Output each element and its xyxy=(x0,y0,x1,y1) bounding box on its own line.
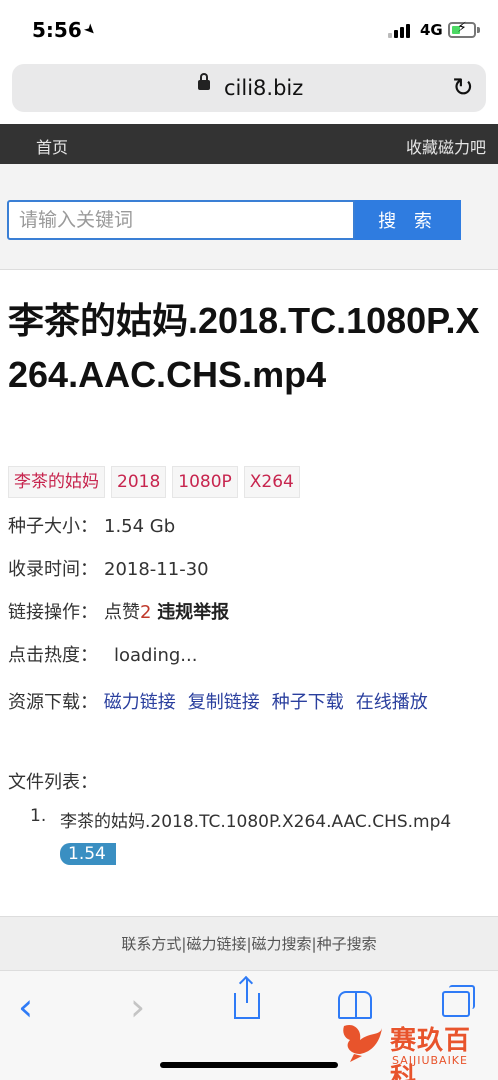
download-label: 资源下载： xyxy=(8,692,98,713)
tag-item[interactable]: 1080P xyxy=(172,466,238,498)
like-button[interactable]: 点赞2 xyxy=(104,602,151,623)
page-title: 李茶的姑妈.2018.TC.1080P.X264.AAC.CHS.mp4 xyxy=(8,300,480,395)
magnet-link[interactable]: 磁力链接 xyxy=(104,692,176,713)
watermark-title: 赛玖百科 xyxy=(390,1026,472,1080)
file-index: 1. xyxy=(30,806,47,826)
share-icon[interactable] xyxy=(234,979,260,1019)
files-label: 文件列表： xyxy=(8,772,98,793)
like-text: 点赞 xyxy=(104,602,140,623)
download-row: 资源下载： 磁力链接 复制链接 种子下载 在线播放 xyxy=(8,682,494,724)
heat-row: 点击热度： loading... xyxy=(8,641,197,667)
search-button[interactable]: 搜 索 xyxy=(355,200,461,240)
watermark: 赛玖百科 SAIJIUBAIKE xyxy=(334,1014,492,1080)
watermark-subtitle: SAIJIUBAIKE xyxy=(392,1054,468,1067)
torrent-download-link[interactable]: 种子下载 xyxy=(272,692,344,713)
url-text: cili8.biz xyxy=(224,76,304,100)
tag-list: 李茶的姑妈 2018 1080P X264 xyxy=(8,466,300,498)
online-play-link[interactable]: 在线播放 xyxy=(356,692,428,713)
nav-home-link[interactable]: 首页 xyxy=(36,134,68,158)
location-arrow-icon: ➤ xyxy=(80,20,100,40)
watermark-logo-icon xyxy=(343,1024,382,1062)
forward-arrow-icon[interactable]: › xyxy=(130,985,145,1029)
site-footer[interactable]: 联系方式|磁力链接|磁力搜索|种子搜索 xyxy=(0,916,498,970)
tag-item[interactable]: 李茶的姑妈 xyxy=(8,466,105,498)
search-input[interactable] xyxy=(7,200,355,240)
signal-strength-icon xyxy=(388,24,414,38)
network-type: 4G xyxy=(420,21,443,39)
battery-icon: ⚡ xyxy=(448,20,480,38)
address-bar[interactable]: cili8.biz ↻ xyxy=(12,64,486,112)
report-button[interactable]: 违规举报 xyxy=(157,602,229,623)
file-name: 李茶的姑妈.2018.TC.1080P.X264.AAC.CHS.mp4 xyxy=(60,812,452,832)
tag-item[interactable]: X264 xyxy=(243,466,300,498)
ops-row: 链接操作： 点赞2 违规举报 xyxy=(8,598,229,624)
copy-link[interactable]: 复制链接 xyxy=(188,692,260,713)
status-bar: 5:56 ➤ 4G ⚡ xyxy=(0,0,498,60)
nav-bookmark-link[interactable]: 收藏磁力吧 xyxy=(406,134,486,158)
search-area: 搜 索 xyxy=(0,164,498,270)
status-time: 5:56 xyxy=(32,18,82,42)
size-row: 种子大小： 1.54 Gb xyxy=(8,512,175,538)
file-size-badge: 1.54 xyxy=(60,843,116,865)
size-label: 种子大小： xyxy=(8,516,98,537)
heat-value: loading... xyxy=(114,645,198,666)
file-list-item: 李茶的姑妈.2018.TC.1080P.X264.AAC.CHS.mp4 1.54 xyxy=(60,806,498,870)
files-label-row: 文件列表： xyxy=(8,768,98,794)
site-nav: 首页 收藏磁力吧 xyxy=(0,124,498,164)
tag-item[interactable]: 2018 xyxy=(111,466,167,498)
date-row: 收录时间： 2018-11-30 xyxy=(8,555,209,581)
size-value: 1.54 Gb xyxy=(104,516,176,537)
home-indicator xyxy=(160,1062,338,1068)
back-arrow-icon[interactable]: ‹ xyxy=(18,985,33,1029)
lock-icon xyxy=(198,73,210,90)
reload-icon[interactable]: ↻ xyxy=(452,73,474,103)
ops-label: 链接操作： xyxy=(8,602,98,623)
date-label: 收录时间： xyxy=(8,559,98,580)
date-value: 2018-11-30 xyxy=(104,559,209,580)
like-count: 2 xyxy=(140,602,152,623)
heat-label: 点击热度： xyxy=(8,645,98,666)
